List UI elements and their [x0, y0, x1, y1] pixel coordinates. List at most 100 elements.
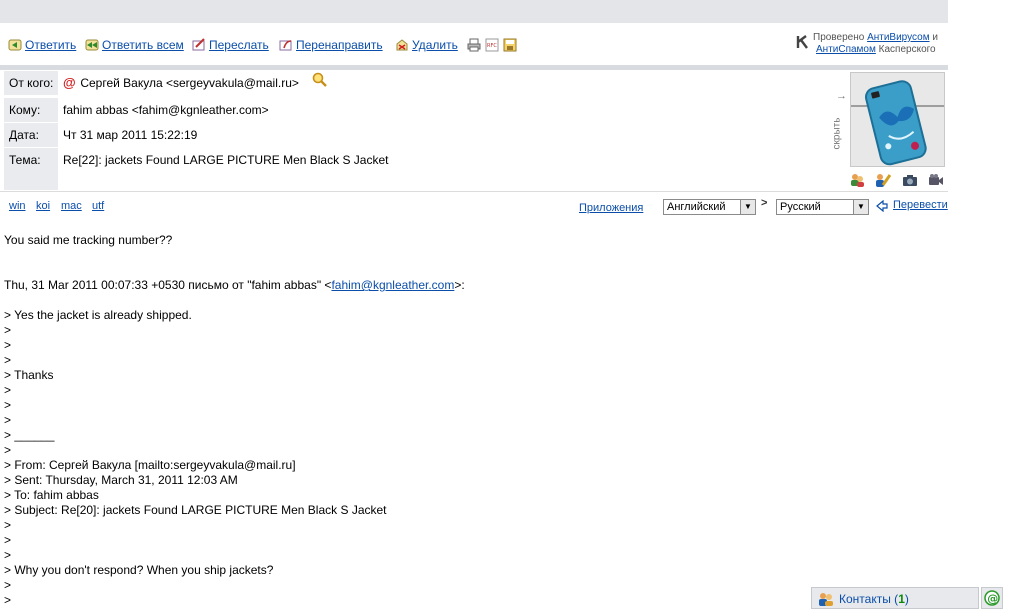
chevron-down-icon: ▼	[853, 200, 868, 214]
save-icon[interactable]	[503, 38, 517, 52]
forward-label[interactable]: Переслать	[209, 38, 269, 52]
toolbar-separator	[0, 65, 948, 70]
contacts-close-paren: )	[904, 592, 909, 606]
subject-value: Re[22]: jackets Found LARGE PICTURE Men …	[63, 153, 389, 167]
video-camera-icon[interactable]	[928, 172, 944, 188]
subject-label: Тема:	[4, 148, 58, 172]
kaspersky-prefix: Проверено	[813, 32, 865, 43]
reply-all-label[interactable]: Ответить всем	[102, 38, 184, 52]
source-language-select[interactable]: Английский ▼	[663, 199, 756, 215]
hide-header-toggle[interactable]: → скрыть	[831, 90, 847, 160]
apps-link[interactable]: Приложения	[579, 202, 643, 214]
quoted-line: >	[4, 443, 12, 457]
quote-header: Thu, 31 Mar 2011 00:07:33 +0530 письмо о…	[4, 278, 465, 293]
rfc-icon[interactable]: RFC	[485, 38, 499, 52]
kaspersky-check-notice: Проверено АнтиВирусом и АнтиСпамом Каспе…	[796, 32, 946, 58]
antispam-link[interactable]: АнтиСпамом	[816, 44, 876, 55]
from-field: @ Сергей Вакула <sergeyvakula@mail.ru>	[63, 71, 328, 95]
from-label: От кого:	[4, 71, 58, 95]
encoding-win-link[interactable]: win	[9, 200, 26, 212]
sender-photo	[850, 72, 945, 167]
to-value: fahim abbas <fahim@kgnleather.com>	[63, 103, 269, 117]
quoted-line: >	[4, 338, 12, 352]
kaspersky-suffix: Касперского	[878, 44, 936, 55]
antivirus-link[interactable]: АнтиВирусом	[867, 32, 930, 43]
contacts-label[interactable]: Контакты (1)	[839, 592, 909, 606]
reply-all-button[interactable]: Ответить всем	[85, 37, 184, 53]
quoted-line: >	[4, 548, 12, 562]
mail-agent-at-icon: @	[984, 590, 1000, 606]
reply-all-icon	[85, 38, 99, 52]
quoted-line: >	[4, 353, 12, 367]
quoted-line: >	[4, 323, 12, 337]
reply-button[interactable]: Ответить	[8, 37, 76, 53]
encoding-translate-row: win koi mac utf Приложения Английский ▼ …	[0, 196, 948, 220]
header-divider	[0, 191, 948, 192]
target-language-value: Русский	[780, 201, 821, 213]
encoding-utf-link[interactable]: utf	[92, 200, 104, 212]
quoted-line: > Sent: Thursday, March 31, 2011 12:03 A…	[4, 473, 238, 487]
redirect-label[interactable]: Перенаправить	[296, 38, 383, 52]
target-language-select[interactable]: Русский ▼	[776, 199, 869, 215]
message-toolbar: Ответить Ответить всем Переслать Перенап…	[0, 23, 948, 65]
forward-icon	[192, 38, 206, 52]
photo-actions	[849, 172, 947, 190]
camera-icon[interactable]	[902, 172, 918, 188]
encoding-koi-link[interactable]: koi	[36, 200, 50, 212]
quoted-line: > To: fahim abbas	[4, 488, 99, 502]
quoted-line: >	[4, 593, 12, 607]
phone-case-photo	[851, 73, 944, 166]
quoted-line: > Thanks	[4, 368, 54, 382]
from-value[interactable]: Сергей Вакула <sergeyvakula@mail.ru>	[80, 76, 299, 90]
quoted-line: >	[4, 398, 12, 412]
label-column-filler	[4, 172, 58, 190]
body-line: You said me tracking number??	[4, 233, 173, 247]
quote-header-prefix: Thu, 31 Mar 2011 00:07:33 +0530 письмо о…	[4, 278, 332, 292]
kaspersky-logo-icon	[796, 35, 809, 49]
redirect-button[interactable]: Перенаправить	[279, 37, 383, 53]
quoted-line: > Why you don't respond? When you ship j…	[4, 563, 274, 577]
translate-link[interactable]: Перевести	[893, 199, 948, 211]
hide-label: скрыть	[831, 117, 843, 150]
mail-ru-at-icon: @	[63, 75, 76, 90]
quoted-line: > Yes the jacket is already shipped.	[4, 308, 192, 322]
redirect-icon	[279, 38, 293, 52]
print-icon[interactable]	[467, 38, 481, 52]
contacts-label-text: Контакты	[839, 592, 891, 606]
quoted-line: >	[4, 383, 12, 397]
language-arrow: >	[761, 197, 768, 209]
contacts-people-icon	[818, 591, 834, 607]
date-label: Дата:	[4, 123, 58, 147]
top-band	[0, 0, 948, 23]
edit-contact-icon[interactable]	[875, 172, 892, 188]
quoted-line: >	[4, 518, 12, 532]
translate-arrow-icon	[876, 199, 888, 215]
quoted-line: > From: Сергей Вакула [mailto:sergeyvaku…	[4, 458, 296, 472]
svg-text:RFC: RFC	[487, 43, 497, 49]
quote-email-link[interactable]: fahim@kgnleather.com	[331, 278, 454, 292]
delete-icon	[395, 38, 409, 52]
delete-button[interactable]: Удалить	[395, 37, 458, 53]
quoted-line: >	[4, 578, 12, 592]
date-value: Чт 31 мар 2011 15:22:19	[63, 128, 198, 142]
contacts-icon[interactable]	[849, 172, 865, 188]
encoding-mac-link[interactable]: mac	[61, 200, 82, 212]
quoted-line: > Subject: Re[20]: jackets Found LARGE P…	[4, 503, 387, 517]
forward-button[interactable]: Переслать	[192, 37, 269, 53]
contacts-count: 1	[898, 592, 905, 606]
chevron-down-icon: ▼	[740, 200, 755, 214]
reply-icon	[8, 38, 22, 52]
kaspersky-and: и	[932, 32, 938, 43]
delete-label[interactable]: Удалить	[412, 38, 458, 52]
quoted-line: > ______	[4, 428, 55, 442]
quote-header-suffix: >:	[454, 278, 465, 292]
reply-label[interactable]: Ответить	[25, 38, 76, 52]
contacts-bar[interactable]: Контакты (1)	[811, 587, 979, 609]
source-language-value: Английский	[667, 201, 726, 213]
to-label: Кому:	[4, 98, 58, 122]
svg-text:@: @	[987, 592, 998, 605]
quoted-line: >	[4, 533, 12, 547]
quoted-line: >	[4, 413, 12, 427]
mail-agent-button[interactable]: @	[981, 587, 1003, 609]
search-icon[interactable]	[312, 72, 328, 96]
